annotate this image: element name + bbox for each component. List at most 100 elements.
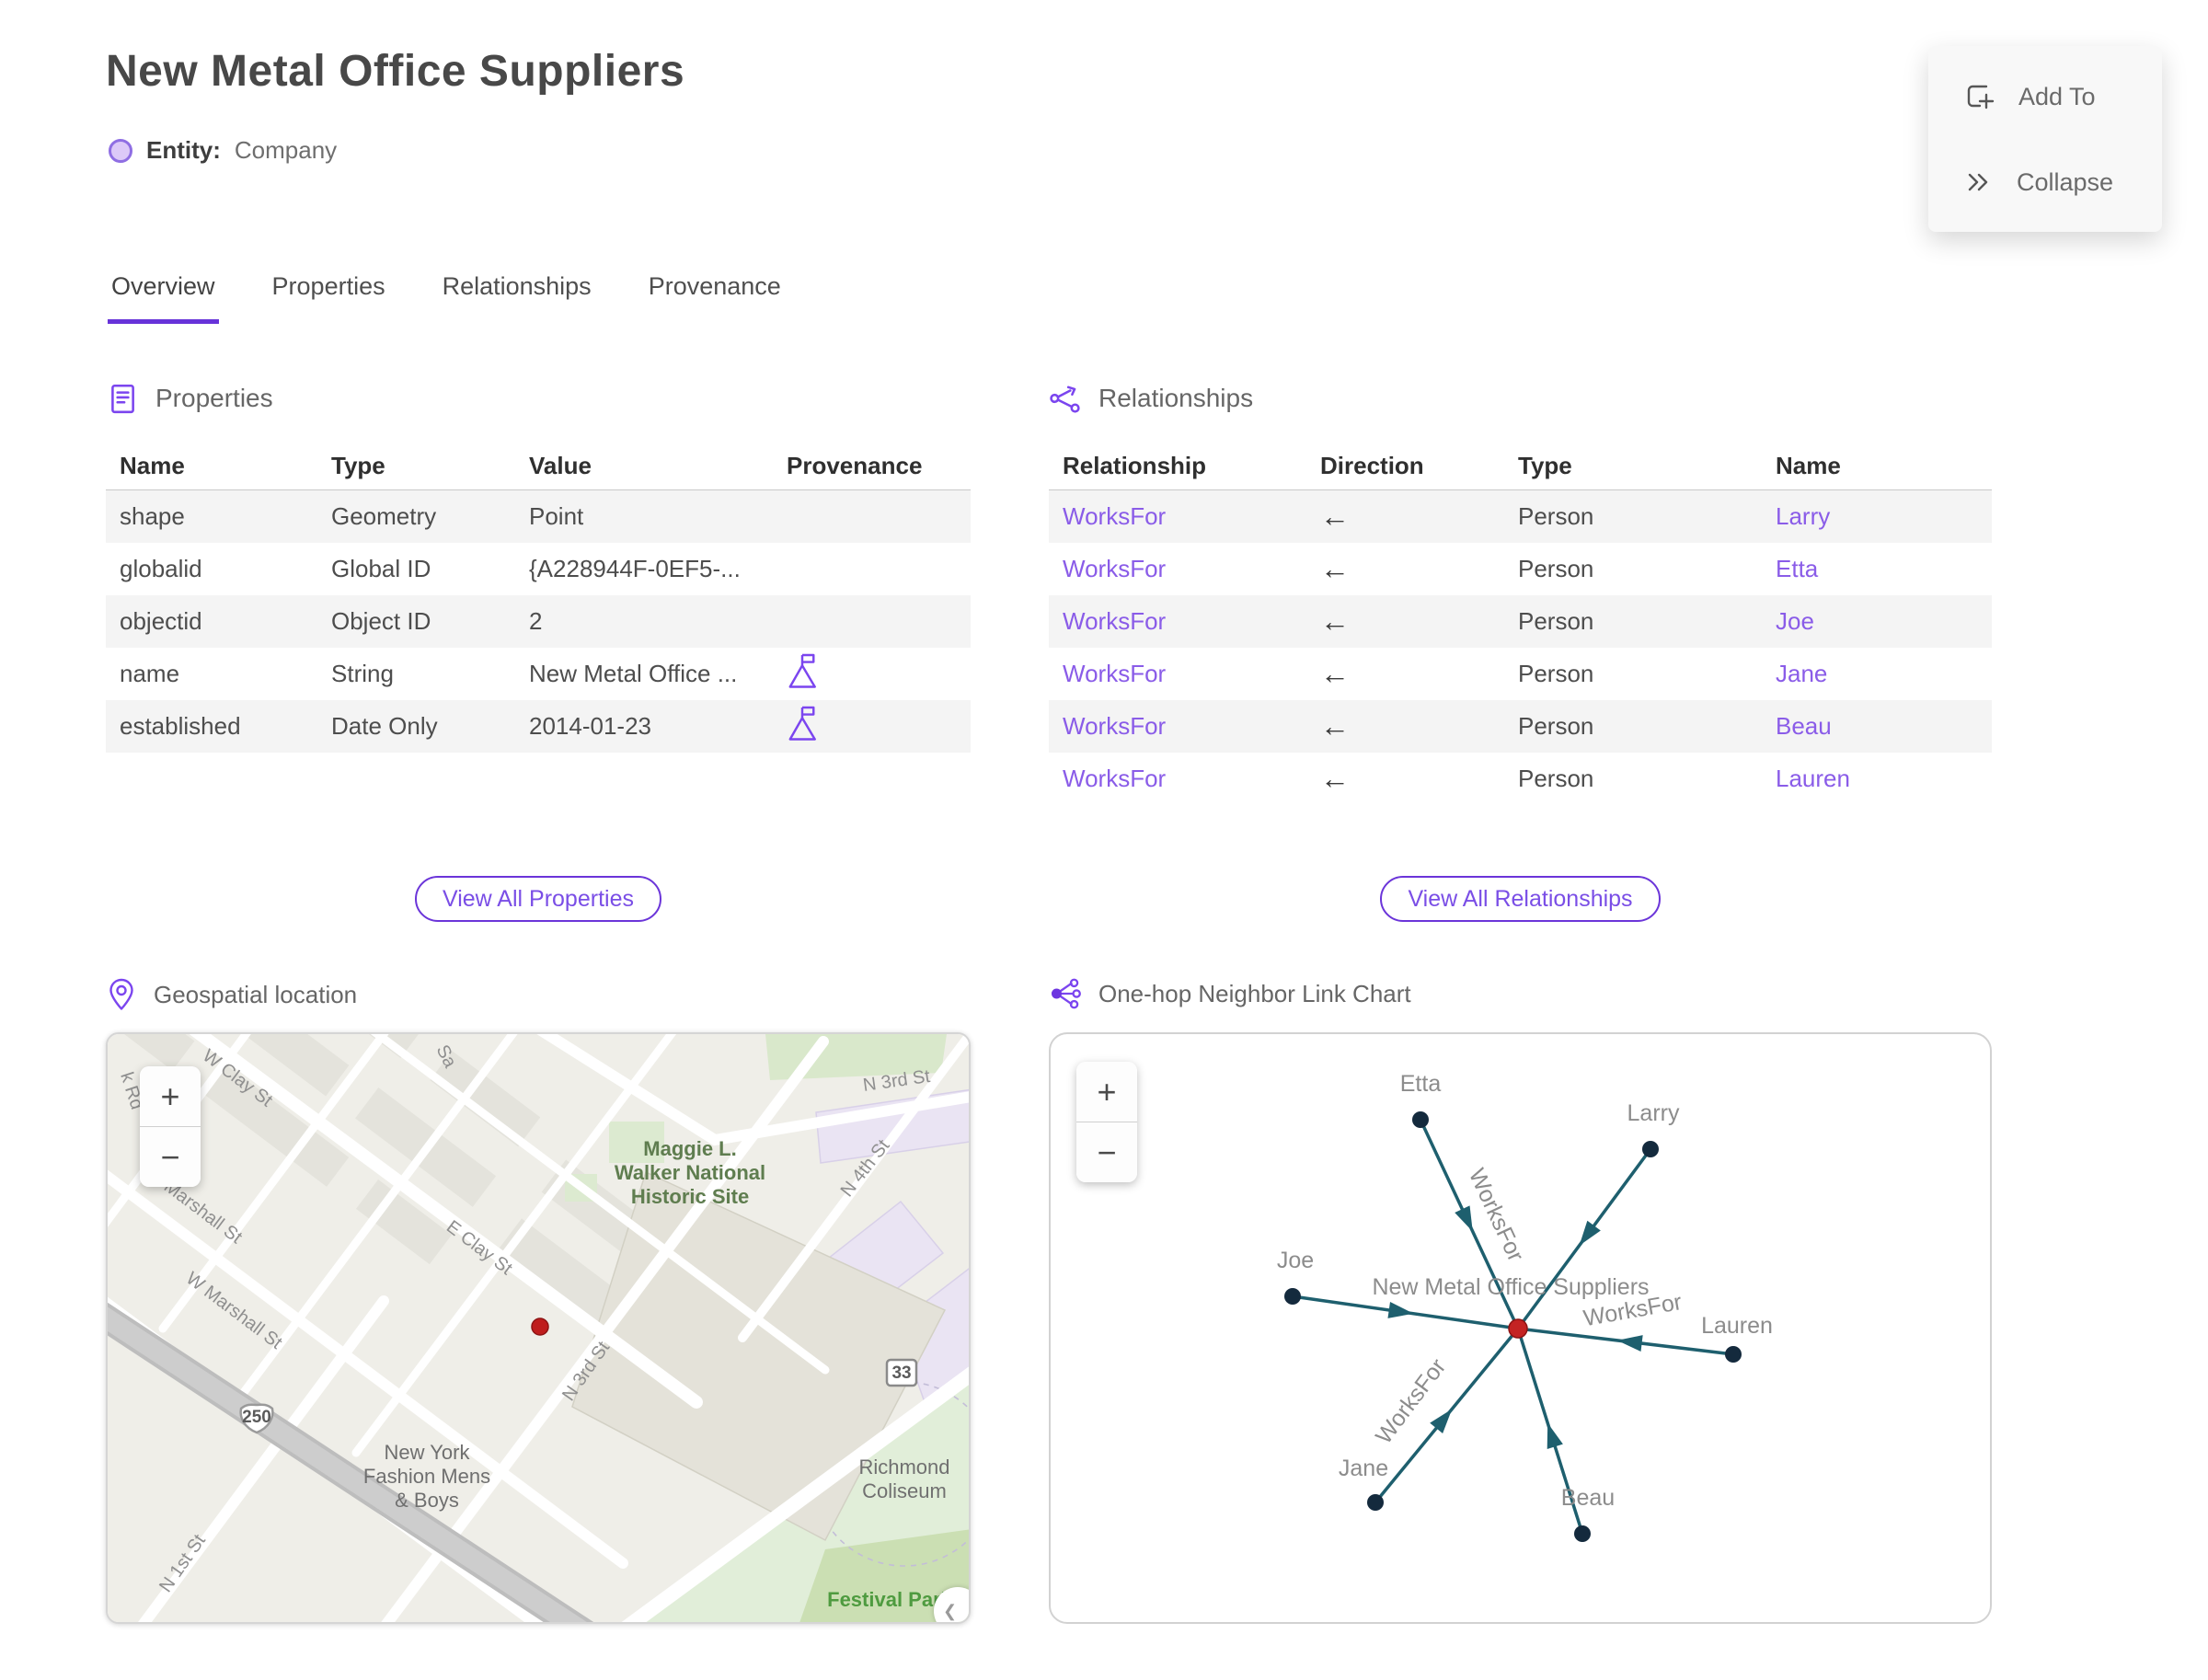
relationships-section-heading: Relationships [1049, 382, 1253, 415]
entity-label: Entity: [146, 136, 221, 164]
table-row: objectid Object ID 2 [106, 595, 971, 648]
entity-location-marker[interactable] [531, 1318, 549, 1336]
table-row: WorksFor ← Person Joe [1049, 595, 1992, 648]
relationships-table: Relationship Direction Type Name WorksFo… [1049, 442, 1992, 805]
direction-arrow: ← [1320, 500, 1350, 533]
node-etta[interactable] [1412, 1111, 1429, 1128]
table-row: established Date Only 2014-01-23 [106, 700, 971, 753]
tab-overview[interactable]: Overview [108, 272, 219, 324]
page-title: New Metal Office Suppliers [106, 47, 685, 96]
chart-zoom-control: + − [1076, 1062, 1137, 1182]
relationship-link[interactable]: WorksFor [1049, 765, 1306, 793]
relationship-link[interactable]: WorksFor [1049, 555, 1306, 583]
table-row: shape Geometry Point [106, 490, 971, 543]
col-type: Type [1518, 451, 1572, 479]
link-chart-heading-label: One-hop Neighbor Link Chart [1098, 979, 1411, 1007]
node-larry[interactable] [1642, 1141, 1659, 1157]
relationships-icon [1050, 385, 1080, 413]
node-joe[interactable] [1284, 1288, 1301, 1305]
properties-table-header: Name Type Value Provenance [106, 442, 971, 490]
entity-link[interactable]: Lauren [1762, 765, 1992, 793]
add-to-button[interactable]: Add To [1928, 81, 2162, 112]
tab-provenance[interactable]: Provenance [645, 272, 785, 324]
svg-text:33: 33 [891, 1364, 911, 1383]
floating-actions-panel: Add To Collapse [1928, 46, 2162, 232]
view-all-relationships-wrap: View All Relationships [1049, 876, 1992, 922]
entity-link[interactable]: Joe [1762, 607, 1992, 636]
link-chart-canvas[interactable]: WorksFor WorksFor WorksFor Etta Larry Joe Laur… [1049, 1032, 1992, 1624]
node-label: Lauren [1701, 1313, 1773, 1339]
entity-link[interactable]: Larry [1762, 502, 1992, 531]
map-zoom-out-button[interactable]: − [140, 1127, 201, 1187]
entity-type-value: Company [234, 136, 338, 164]
table-row: WorksFor ← Person Lauren [1049, 753, 1992, 805]
edge-label: WorksFor [1371, 1354, 1451, 1449]
geospatial-section-heading: Geospatial location [106, 977, 357, 1012]
properties-icon [111, 384, 134, 414]
direction-arrow: ← [1320, 604, 1350, 638]
col-name: Name [1776, 451, 1841, 479]
chart-zoom-in-button[interactable]: + [1076, 1062, 1137, 1122]
geospatial-heading-label: Geospatial location [154, 980, 358, 1008]
entity-link[interactable]: Jane [1762, 660, 1992, 688]
node-label: Etta [1400, 1071, 1442, 1097]
edge-arrow [1547, 1422, 1563, 1450]
link-chart-section-heading: One-hop Neighbor Link Chart [1049, 977, 1411, 1010]
map-zoom-control: + − [140, 1066, 201, 1187]
table-row: WorksFor ← Person Jane [1049, 648, 1992, 700]
col-type: Type [331, 451, 385, 479]
relationships-heading-label: Relationships [1098, 384, 1254, 412]
provenance-flag-icon[interactable] [773, 651, 971, 696]
chart-zoom-out-button[interactable]: − [1076, 1122, 1137, 1182]
center-node-label: New Metal Office Suppliers [1372, 1274, 1649, 1300]
chevron-left-icon: ❮ [943, 1602, 958, 1620]
direction-arrow: ← [1320, 762, 1350, 795]
node-beau[interactable] [1574, 1525, 1591, 1542]
col-name: Name [120, 451, 185, 479]
node-label: Joe [1277, 1248, 1314, 1273]
edge-label: WorksFor [1464, 1165, 1529, 1266]
col-value: Value [529, 451, 592, 479]
route-shield: 33 [885, 1358, 918, 1387]
link-chart-graphic: WorksForWorksForWorksForEttaLarryJoeLaur… [1277, 1071, 1773, 1542]
entity-link[interactable]: Etta [1762, 555, 1992, 583]
center-node[interactable] [1508, 1318, 1528, 1339]
map-canvas[interactable]: k Rd W Clay St Sa Marshall St W Marshall St E… [106, 1032, 971, 1624]
direction-arrow: ← [1320, 657, 1350, 690]
table-row: name String New Metal Office ... [106, 648, 971, 700]
view-all-properties-wrap: View All Properties [106, 876, 971, 922]
table-row: WorksFor ← Person Larry [1049, 490, 1992, 543]
edge-arrow [1579, 1220, 1601, 1246]
table-row: WorksFor ← Person Etta [1049, 543, 1992, 595]
entity-link[interactable]: Beau [1762, 712, 1992, 741]
add-to-label: Add To [2018, 82, 2096, 110]
node-label: Larry [1627, 1100, 1680, 1126]
node-jane[interactable] [1367, 1494, 1384, 1511]
edge-arrow [1455, 1205, 1473, 1232]
relationships-table-header: Relationship Direction Type Name [1049, 442, 1992, 490]
relationship-link[interactable]: WorksFor [1049, 502, 1306, 531]
view-all-relationships-button[interactable]: View All Relationships [1380, 876, 1661, 922]
table-row: globalid Global ID {A228944F-0EF5-... [120, 555, 741, 582]
relationship-link[interactable]: WorksFor [1049, 712, 1306, 741]
edge-arrow [1387, 1302, 1414, 1318]
map-graphic: k Rd W Clay St SaMarshall StW Marshall StE… [108, 1034, 969, 1622]
col-direction: Direction [1320, 451, 1424, 479]
col-relationship: Relationship [1063, 451, 1207, 479]
col-provenance: Provenance [787, 451, 923, 479]
collapse-button[interactable]: Collapse [1928, 167, 2162, 197]
direction-arrow: ← [1320, 552, 1350, 585]
map-zoom-in-button[interactable]: + [140, 1066, 201, 1126]
svg-text:250: 250 [242, 1408, 271, 1427]
chevrons-right-icon [1968, 173, 1988, 191]
provenance-flag-icon[interactable] [773, 704, 971, 749]
node-label: Beau [1561, 1485, 1615, 1511]
relationship-link[interactable]: WorksFor [1049, 660, 1306, 688]
collapse-label: Collapse [2017, 167, 2114, 196]
add-to-icon [1967, 85, 1995, 109]
view-all-properties-button[interactable]: View All Properties [415, 876, 661, 922]
tab-relationships[interactable]: Relationships [439, 272, 595, 324]
node-lauren[interactable] [1725, 1346, 1742, 1363]
relationship-link[interactable]: WorksFor [1049, 607, 1306, 636]
tab-properties[interactable]: Properties [269, 272, 389, 324]
